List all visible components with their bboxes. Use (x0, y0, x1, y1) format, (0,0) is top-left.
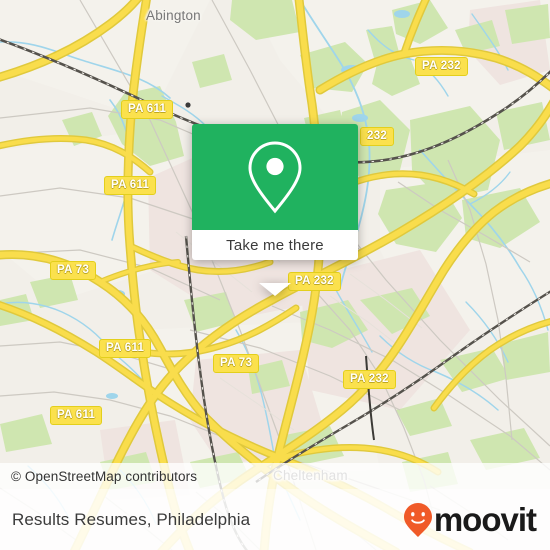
location-title: Results Resumes, Philadelphia (12, 509, 251, 529)
moovit-wordmark: moovit (433, 501, 537, 538)
road-shield-pa611-north[interactable]: PA 611 (121, 100, 174, 119)
road-shield-pa232-south[interactable]: PA 232 (343, 370, 396, 389)
road-shield-pa232-north[interactable]: PA 232 (415, 57, 468, 76)
place-label-abington: Abington (146, 8, 201, 23)
popup-footer[interactable]: Take me there (192, 230, 358, 260)
road-shield-pa611-southwest[interactable]: PA 611 (50, 406, 103, 425)
road-shield-pa611-south[interactable]: PA 611 (99, 339, 152, 358)
road-shield-pa73-west[interactable]: PA 73 (50, 261, 97, 280)
footer-bar: Results Resumes, Philadelphia moovit (0, 489, 550, 550)
map-screenshot: Abington Cheltenham PA 232 PA 611 232 PA… (0, 0, 550, 550)
road-shield-pa232-center[interactable]: PA 232 (288, 272, 341, 291)
take-me-there-label: Take me there (226, 236, 324, 254)
map-popup-card[interactable]: Take me there (192, 124, 358, 296)
attribution-band: © OpenStreetMap contributors (0, 463, 550, 489)
road-shield-pa611-mid[interactable]: PA 611 (104, 176, 157, 195)
moovit-logo[interactable]: moovit (403, 502, 550, 538)
popup-pointer (259, 283, 291, 296)
map-pin-icon (246, 139, 304, 215)
road-shield-232-occluded[interactable]: 232 (360, 127, 395, 146)
osm-attribution-text[interactable]: © OpenStreetMap contributors (0, 469, 197, 484)
popup-header (192, 124, 358, 230)
moovit-pin-icon (403, 502, 433, 538)
road-shield-pa73-south[interactable]: PA 73 (213, 354, 260, 373)
